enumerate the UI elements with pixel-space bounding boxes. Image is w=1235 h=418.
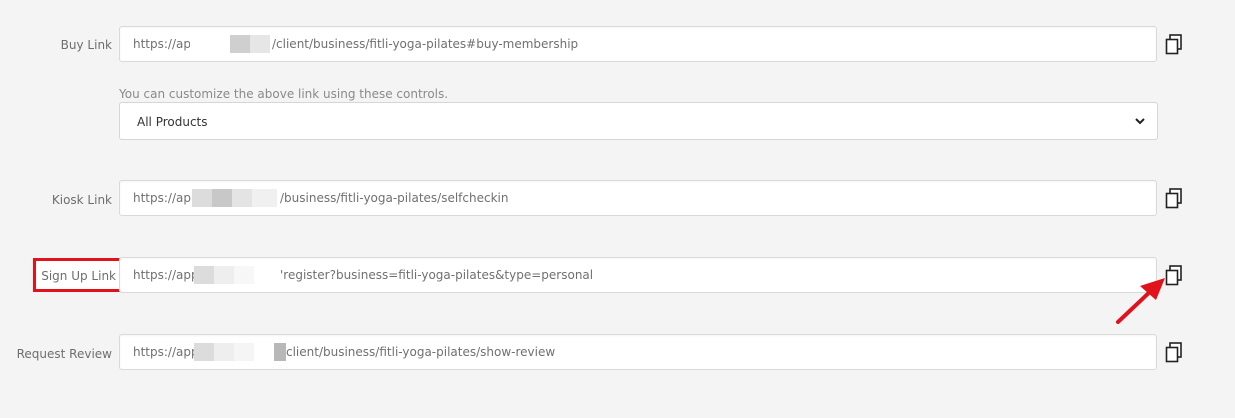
sign-up-link-prefix: https://app — [133, 268, 199, 282]
redaction-block — [194, 343, 214, 361]
redaction-block — [252, 189, 277, 207]
redaction-block — [274, 343, 286, 361]
redaction-block — [214, 343, 234, 361]
buy-link-prefix: https://app — [133, 37, 199, 51]
redaction-block — [234, 266, 254, 284]
redaction-block — [230, 35, 250, 53]
kiosk-link-field[interactable]: https://app /business/fitli-yoga-pilates… — [119, 180, 1157, 216]
redaction-block — [232, 189, 252, 207]
buy-link-suffix: /client/business/fitli-yoga-pilates#buy-… — [272, 37, 579, 51]
copy-icon[interactable] — [1165, 34, 1183, 56]
redaction-block — [212, 189, 232, 207]
product-select[interactable]: All Products — [119, 102, 1158, 140]
product-select-value: All Products — [137, 115, 208, 129]
request-review-prefix: https://app — [133, 345, 199, 359]
redaction-block — [194, 266, 214, 284]
kiosk-link-label: Kiosk Link — [51, 193, 112, 207]
kiosk-link-prefix: https://app — [133, 191, 199, 205]
buy-link-label: Buy Link — [60, 38, 112, 52]
arrow-annotation-icon — [1116, 278, 1165, 324]
chevron-down-icon — [1135, 118, 1145, 125]
request-review-suffix: client/business/fitli-yoga-pilates/show-… — [286, 345, 556, 359]
request-review-label: Request Review — [16, 347, 112, 361]
request-review-field[interactable]: https://app client/business/fitli-yoga-p… — [119, 334, 1157, 370]
copy-icon[interactable] — [1165, 188, 1183, 210]
kiosk-link-suffix: /business/fitli-yoga-pilates/selfcheckin — [280, 191, 509, 205]
buy-link-field[interactable]: https://app /client/business/fitli-yoga-… — [119, 26, 1157, 62]
sign-up-link-label: Sign Up Link — [41, 269, 116, 283]
redaction-block — [192, 189, 212, 207]
copy-icon[interactable] — [1165, 342, 1183, 364]
redaction-block — [250, 35, 270, 53]
customize-hint: You can customize the above link using t… — [119, 87, 449, 101]
sign-up-link-field[interactable]: https://app 'register?business=fitli-yog… — [119, 257, 1157, 293]
sign-up-link-suffix: 'register?business=fitli-yoga-pilates&ty… — [280, 268, 594, 282]
redaction-block — [234, 343, 254, 361]
redaction-block — [214, 266, 234, 284]
